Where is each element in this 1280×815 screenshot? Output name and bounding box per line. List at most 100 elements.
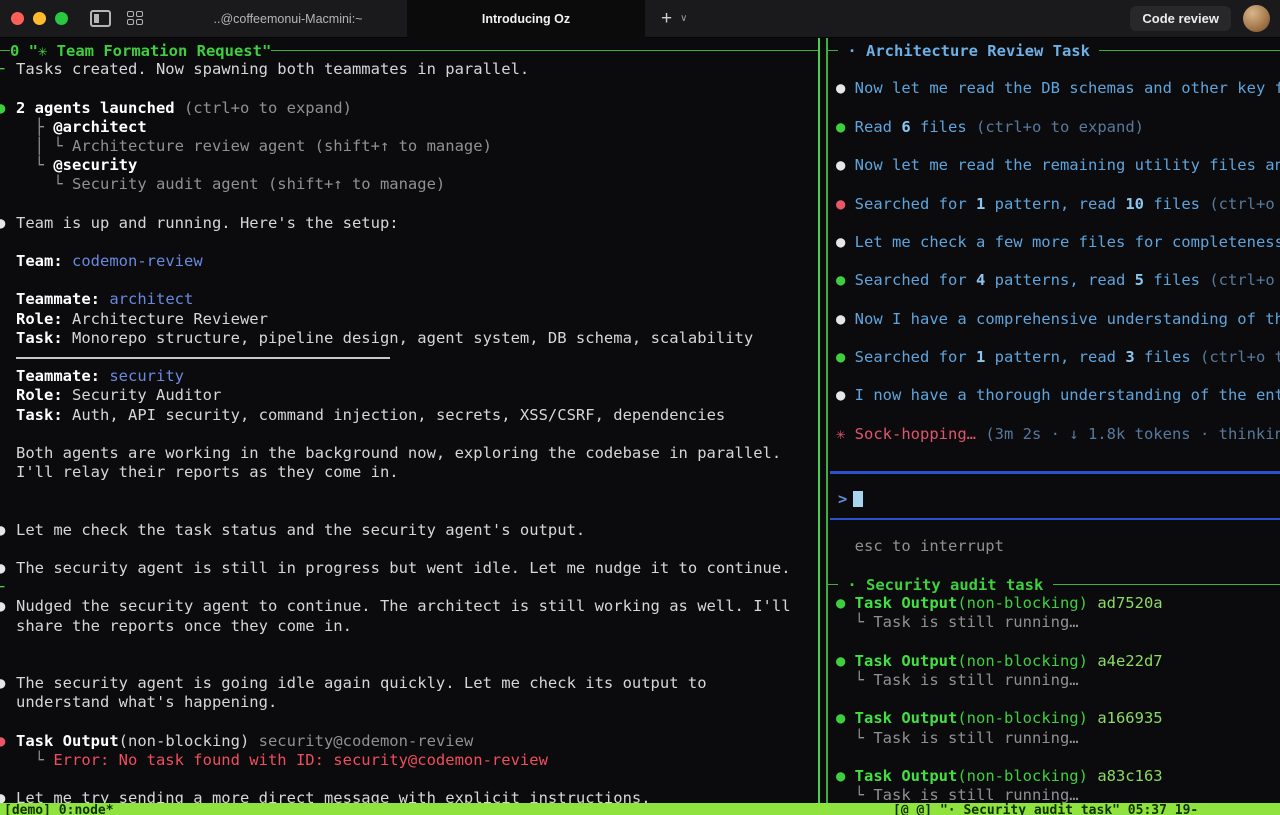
text-cursor [853,491,863,507]
terminal-line: ●Task Output(non-blocking) security@code… [0,732,818,751]
terminal-line: ●Let me try sending a more direct messag… [0,789,818,803]
terminal-app-window: ..@coffeemonui-Macmini:~ Introducing Oz … [0,0,1280,815]
text-segment: ● [836,767,855,785]
text-segment: files [1144,195,1209,213]
text-segment: ✳ Sock-hopping… [836,425,985,443]
text-segment: Role: [16,386,63,404]
text-segment: Task Output [855,594,958,612]
terminal-line [828,290,1280,309]
text-segment: ● [836,310,855,328]
terminal-line: Team: codemon-review [0,252,818,271]
input-border-top [830,471,1280,490]
text-segment: Now let me read the DB schemas and other… [855,79,1280,97]
text-segment: @security [53,156,137,174]
text-segment: files [1135,348,1200,366]
traffic-lights [11,12,68,25]
avatar[interactable] [1243,5,1270,32]
bullet-icon: ─ [0,60,4,79]
code-review-button[interactable]: Code review [1130,6,1231,31]
text-segment: Read [855,118,902,136]
zoom-window-button[interactable] [55,12,68,25]
text-segment: (ctrl+o to expand) [175,99,352,117]
minimize-window-button[interactable] [33,12,46,25]
sidebar-toggle-icon[interactable] [90,10,111,27]
text-segment: @architect [53,118,146,136]
terminal-line: Role: Architecture Reviewer [0,310,818,329]
terminal-line: ●Team is up and running. Here's the setu… [0,214,818,233]
text-segment: ● [836,386,855,404]
terminal-line [0,540,818,559]
text-segment: ● [836,348,855,366]
terminal-line [828,633,1280,652]
text-segment: └ Security audit agent (shift+↑ to manag… [16,175,445,193]
terminal-line: Teammate: architect [0,290,818,309]
new-tab-button[interactable]: + [661,8,672,30]
text-segment: 10 [1125,195,1144,213]
text-segment: Team is up and running. Here's the setup… [16,214,399,232]
tab-introducing-oz[interactable]: Introducing Oz [407,0,645,38]
text-segment: └ [16,156,53,174]
bullet-icon: ● [0,597,5,616]
terminal-line: └ Task is still running… [828,786,1280,803]
terminal-line [0,425,818,444]
text-segment: Searched for [855,271,976,289]
text-segment: ad7520a [1088,594,1163,612]
terminal-line [828,329,1280,348]
text-segment: files [1144,271,1209,289]
text-segment: share the reports once they come in. [16,617,352,635]
text-segment: Task Output [855,652,958,670]
terminal-line: ●Nudged the security agent to continue. … [0,597,818,616]
terminal-line: ● Now let me read the remaining utility … [828,156,1280,175]
terminal-line: └ Task is still running… [828,729,1280,748]
pane-title: · Architecture Review Task [838,42,1099,60]
chevron-down-icon[interactable]: ∨ [680,13,687,24]
text-segment: Let me check the task status and the sec… [16,521,585,539]
text-segment: I now have a thorough understanding of t… [855,386,1280,404]
text-segment: Task Output [855,709,958,727]
text-segment: (non-blocking) [957,709,1088,727]
prompt-input[interactable]: > [830,490,1280,509]
terminal-line [828,556,1280,575]
terminal-line: ● Read 6 files (ctrl+o to expand) [828,118,1280,137]
text-segment: ● [836,594,855,612]
terminal-line [828,99,1280,118]
terminal-line [0,195,818,214]
pane-divider[interactable] [818,38,820,803]
titlebar: ..@coffeemonui-Macmini:~ Introducing Oz … [0,0,1280,38]
text-segment: architect [100,290,193,308]
text-segment: Error: No task found with ID: security@c… [53,751,548,769]
terminal-line: ● Let me check a few more files for comp… [828,233,1280,252]
text-segment: Monorepo structure, pipeline design, age… [63,329,754,347]
tab-terminal-session[interactable]: ..@coffeemonui-Macmini:~ [169,0,407,38]
text-segment: The security agent is still in progress … [16,559,791,577]
terminal-line [828,367,1280,386]
text-segment: Team: [16,252,63,270]
pane-header: · Architecture Review Task [828,41,1280,60]
text-segment: Searched for [855,348,976,366]
tmux-status-bar: [demo] 0:node* [@ @] "· Security audit t… [0,803,1280,815]
terminal-line: └ Security audit agent (shift+↑ to manag… [0,175,818,194]
terminal-line [0,770,818,789]
pane-agent-tasks[interactable]: · Architecture Review Task ● Now let me … [826,38,1280,803]
header-rule [1099,50,1280,51]
text-segment: pattern, read [985,195,1125,213]
text-segment: Teammate: [16,367,100,385]
text-segment: a166935 [1088,709,1163,727]
window-layout-grid-icon[interactable] [127,11,145,26]
terminal-line: └ Error: No task found with ID: security… [0,751,818,770]
text-segment: ● [836,118,855,136]
text-segment: └ Task is still running… [836,613,1079,631]
terminal-line: └ Task is still running… [828,671,1280,690]
pane-team-formation[interactable]: 0 "✳ Team Formation Request"─Tasks creat… [0,38,818,803]
terminal-line [828,690,1280,709]
text-segment: ● [836,195,855,213]
terminal-line [828,137,1280,156]
close-window-button[interactable] [11,12,24,25]
prompt-icon: > [838,490,847,508]
tab-label: ..@coffeemonui-Macmini:~ [214,12,363,26]
input-box: > [830,471,1280,537]
text-segment: 1 [976,195,985,213]
bullet-icon: ● [0,559,5,578]
terminal-line [828,748,1280,767]
terminal-line [0,233,818,252]
